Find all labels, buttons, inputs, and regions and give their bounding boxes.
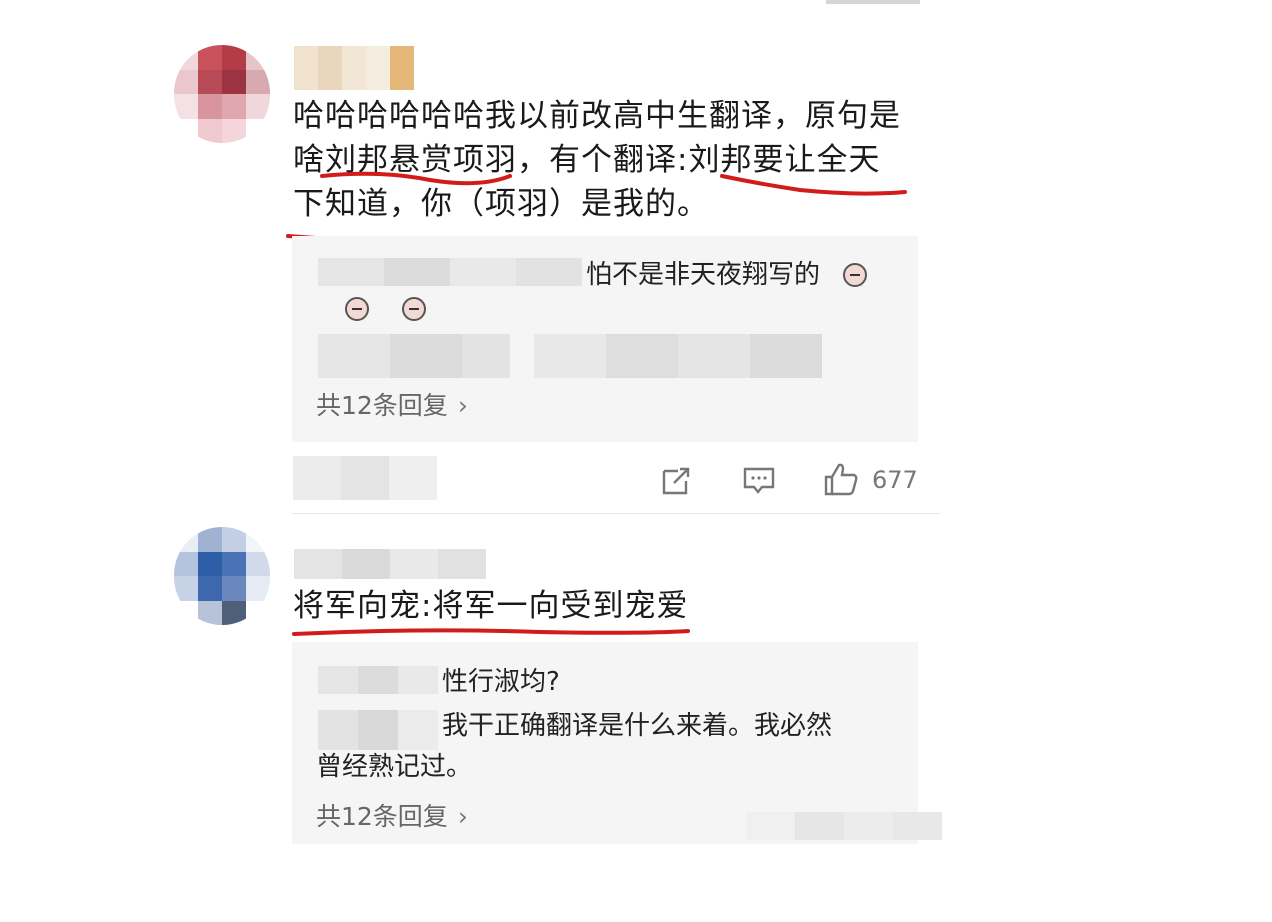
like-count: 677 bbox=[872, 466, 918, 494]
laugh-emoji-icon bbox=[402, 297, 427, 321]
more-replies-label: 共12条回复 bbox=[316, 802, 448, 831]
share-icon[interactable] bbox=[660, 465, 692, 497]
red-underline-2 bbox=[720, 174, 907, 196]
red-underline-1 bbox=[320, 171, 512, 186]
like-icon[interactable] bbox=[823, 461, 859, 497]
reply-username-blurred[interactable] bbox=[318, 710, 438, 750]
reply-text-line-2: 曾经熟记过。 bbox=[316, 752, 473, 782]
more-replies-label: 共12条回复 bbox=[316, 391, 448, 420]
more-replies-link[interactable]: 共12条回复 › bbox=[316, 386, 468, 422]
avatar[interactable] bbox=[174, 527, 270, 625]
footer-blurred bbox=[746, 812, 942, 840]
chevron-right-icon: › bbox=[457, 391, 468, 420]
post-content: 将军向宠:将军一向受到宠爱 bbox=[293, 588, 689, 624]
laugh-emoji-icon bbox=[843, 263, 867, 287]
reply-text: 性行淑均? bbox=[442, 667, 560, 697]
laugh-emoji-icon bbox=[345, 297, 370, 321]
reply-text-line-1: 我干正确翻译是什么来着。我必然 bbox=[442, 711, 833, 741]
timestamp-blurred bbox=[293, 456, 437, 500]
comment-icon[interactable] bbox=[742, 465, 776, 497]
red-underline-4 bbox=[292, 628, 690, 636]
chevron-right-icon: › bbox=[457, 802, 468, 831]
reply-text: 怕不是非天夜翔写的 bbox=[586, 260, 821, 290]
reply-username-blurred[interactable] bbox=[318, 258, 582, 286]
username-blurred[interactable] bbox=[294, 549, 486, 579]
reply-username-blurred[interactable] bbox=[318, 666, 438, 694]
more-replies-link[interactable]: 共12条回复 › bbox=[316, 797, 468, 833]
reply-blurred-line bbox=[318, 334, 822, 378]
divider bbox=[292, 513, 940, 514]
